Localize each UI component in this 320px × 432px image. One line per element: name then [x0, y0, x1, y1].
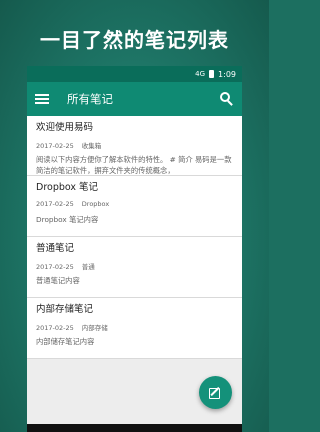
note-category: 普通 [81, 263, 95, 271]
note-meta: 2017-02-25 普通 [36, 261, 234, 271]
signal-indicator: 4G [195, 70, 206, 78]
note-preview: Dropbox 笔记内容 [36, 215, 99, 224]
note-item[interactable]: 内部存储笔记 2017-02-25 内部存储 内部储存笔记内容 [27, 298, 242, 359]
menu-icon[interactable] [35, 94, 49, 104]
note-date: 2017-02-25 [36, 324, 74, 332]
note-date: 2017-02-25 [36, 142, 74, 150]
status-bar: 4G 1:09 [27, 66, 242, 82]
note-item[interactable]: 欢迎使用易码 2017-02-25 收集箱 阅读以下内容方便你了解本软件的特性。 … [27, 116, 242, 176]
note-preview: 内部储存笔记内容 [36, 337, 95, 346]
promo-headline: 一目了然的笔记列表 [40, 28, 229, 52]
note-date: 2017-02-25 [36, 263, 74, 271]
app-bar: 所有笔记 [27, 82, 242, 116]
note-category: 内部存储 [81, 324, 108, 332]
note-meta: 2017-02-25 Dropbox [36, 200, 234, 210]
note-category: Dropbox [81, 200, 110, 208]
search-icon[interactable] [220, 92, 234, 106]
note-preview: 阅读以下内容方便你了解本软件的特性。 # 简介 易码是一款简洁的笔记软件，摒弃文… [36, 155, 232, 175]
note-title: 内部存储笔记 [36, 304, 94, 315]
edit-icon [208, 386, 223, 400]
note-date: 2017-02-25 [36, 200, 74, 208]
new-note-button[interactable] [199, 376, 232, 409]
note-item[interactable]: Dropbox 笔记 2017-02-25 Dropbox Dropbox 笔记内… [27, 176, 242, 237]
status-time: 1:09 [218, 69, 236, 79]
page-title: 所有笔记 [67, 92, 113, 106]
note-title: 欢迎使用易码 [36, 122, 94, 133]
note-preview: 普通笔记内容 [36, 276, 80, 285]
navigation-bar [27, 424, 242, 432]
note-category: 收集箱 [81, 142, 102, 150]
battery-icon [209, 70, 215, 78]
note-item[interactable]: 普通笔记 2017-02-25 普通 普通笔记内容 [27, 237, 242, 298]
note-list: 欢迎使用易码 2017-02-25 收集箱 阅读以下内容方便你了解本软件的特性。 … [27, 116, 242, 359]
note-title: 普通笔记 [36, 243, 75, 254]
note-title: Dropbox 笔记 [36, 182, 99, 193]
note-meta: 2017-02-25 内部存储 [36, 322, 234, 332]
note-meta: 2017-02-25 收集箱 [36, 140, 234, 150]
